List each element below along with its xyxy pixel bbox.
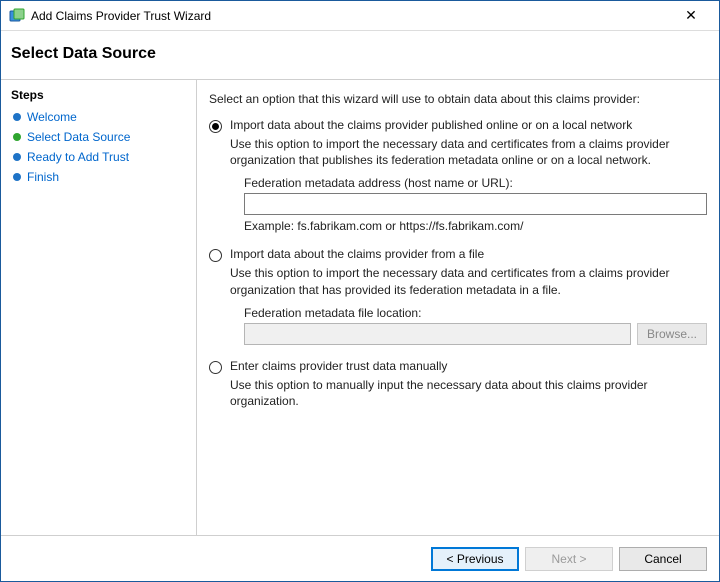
titlebar: Add Claims Provider Trust Wizard ✕ <box>1 1 719 31</box>
step-welcome[interactable]: Welcome <box>9 108 188 126</box>
option-desc: Use this option to manually input the ne… <box>230 377 707 409</box>
intro-text: Select an option that this wizard will u… <box>209 92 707 106</box>
option-title: Import data about the claims provider pu… <box>230 118 707 132</box>
step-finish[interactable]: Finish <box>9 168 188 186</box>
bullet-icon <box>13 113 21 121</box>
option-manual: Enter claims provider trust data manuall… <box>209 359 707 417</box>
bullet-icon <box>13 153 21 161</box>
option-import-online: Import data about the claims provider pu… <box>209 118 707 233</box>
step-select-data-source[interactable]: Select Data Source <box>9 128 188 146</box>
metadata-address-input[interactable] <box>244 193 707 215</box>
radio-manual[interactable] <box>209 361 222 374</box>
steps-sidebar: Steps Welcome Select Data Source Ready t… <box>1 80 196 535</box>
content: Select an option that this wizard will u… <box>196 80 719 535</box>
close-icon[interactable]: ✕ <box>671 7 711 24</box>
next-button: Next > <box>525 547 613 571</box>
metadata-address-label: Federation metadata address (host name o… <box>244 176 707 190</box>
page-header: Select Data Source <box>1 31 719 79</box>
metadata-file-label: Federation metadata file location: <box>244 306 707 320</box>
metadata-address-example: Example: fs.fabrikam.com or https://fs.f… <box>244 219 707 233</box>
cancel-button[interactable]: Cancel <box>619 547 707 571</box>
step-ready-to-add-trust[interactable]: Ready to Add Trust <box>9 148 188 166</box>
page-title: Select Data Source <box>11 45 709 63</box>
bullet-icon <box>13 133 21 141</box>
step-label: Welcome <box>27 110 77 124</box>
window-title: Add Claims Provider Trust Wizard <box>31 9 671 23</box>
app-icon <box>9 8 25 24</box>
option-desc: Use this option to import the necessary … <box>230 265 707 297</box>
previous-button[interactable]: < Previous <box>431 547 519 571</box>
footer: < Previous Next > Cancel <box>1 535 719 581</box>
option-import-file: Import data about the claims provider fr… <box>209 247 707 344</box>
bullet-icon <box>13 173 21 181</box>
option-title: Enter claims provider trust data manuall… <box>230 359 707 373</box>
browse-button: Browse... <box>637 323 707 345</box>
radio-import-online[interactable] <box>209 120 222 133</box>
body: Steps Welcome Select Data Source Ready t… <box>1 79 719 535</box>
steps-title: Steps <box>11 88 188 102</box>
metadata-file-input <box>244 323 631 345</box>
radio-import-file[interactable] <box>209 249 222 262</box>
step-label: Ready to Add Trust <box>27 150 129 164</box>
step-label: Select Data Source <box>27 130 130 144</box>
option-title: Import data about the claims provider fr… <box>230 247 707 261</box>
option-desc: Use this option to import the necessary … <box>230 136 707 168</box>
step-label: Finish <box>27 170 59 184</box>
